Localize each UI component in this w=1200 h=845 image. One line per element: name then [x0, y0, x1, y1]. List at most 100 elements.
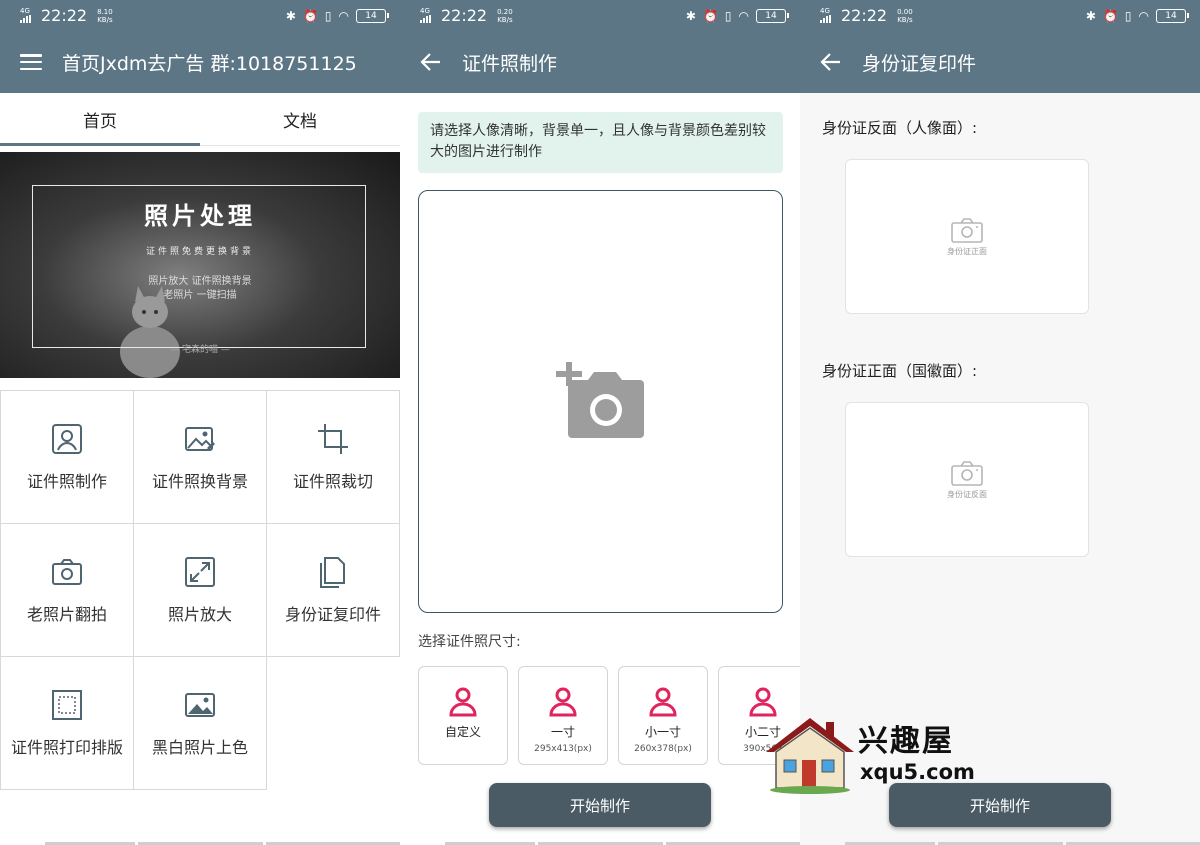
grid-item-label: 证件照换背景 [151, 472, 248, 491]
photo-picker[interactable] [418, 190, 783, 613]
size-option-1inch[interactable]: 一寸 295x413(px) [518, 666, 608, 765]
wifi-icon: ◠ [1138, 8, 1149, 23]
id-front-label: 身份证正面（国徽面）: [822, 362, 978, 380]
status-bar: 4G 22:22 0.00 KB/s ✱ ⏰ ▯ ◠ 14 [800, 0, 1200, 31]
grid-item-old-photo[interactable]: 老照片翻拍 [0, 523, 134, 657]
net-speed-value: 0.20 [497, 7, 513, 16]
crop-icon [318, 424, 348, 454]
vibrate-icon: ▯ [324, 8, 332, 23]
grid-item-label: 证件照裁切 [292, 472, 373, 491]
grid-item-id-photo[interactable]: 证件照制作 [0, 390, 134, 524]
alarm-icon: ⏰ [302, 8, 318, 23]
notice-banner: 请选择人像清晰，背景单一，且人像与背景颜色差别较大的图片进行制作 [418, 112, 783, 173]
home-screen: 4G 22:22 8.10 KB/s ✱ ⏰ ▯ ◠ 14 首页Jxdm去广告 … [0, 0, 400, 845]
clock: 22:22 [41, 6, 88, 25]
clock: 22:22 [441, 6, 488, 25]
size-pixels: 260x378(px) [634, 744, 692, 754]
watermark-name: 兴趣屋 [858, 724, 954, 759]
alarm-icon: ⏰ [1102, 8, 1118, 23]
person-icon [449, 687, 477, 717]
camera-icon [951, 460, 983, 486]
grid-item-crop[interactable]: 证件照裁切 [266, 390, 400, 524]
size-label: 选择证件照尺寸: [418, 634, 521, 650]
net-speed: 8.10 KB/s [97, 8, 113, 24]
start-button[interactable]: 开始制作 [489, 783, 711, 827]
grid-item-enlarge[interactable]: 照片放大 [133, 523, 267, 657]
grid-item-label: 证件照打印排版 [10, 738, 123, 757]
tab-home[interactable]: 首页 [0, 93, 200, 146]
layout-icon [52, 690, 82, 720]
network-type: 4G [820, 7, 830, 15]
grid-item-change-bg[interactable]: 证件照换背景 [133, 390, 267, 524]
grid-item-id-copy[interactable]: 身份证复印件 [266, 523, 400, 657]
wifi-icon: ◠ [738, 8, 749, 23]
net-speed-value: 8.10 [97, 7, 113, 16]
banner-line1: 照片放大 证件照换背景 [148, 276, 252, 287]
upload-caption: 身份证反面 [947, 489, 987, 499]
network-type: 4G [20, 7, 30, 15]
id-front-upload[interactable]: 身份证反面 [845, 402, 1089, 557]
signal-icon: 4G [820, 8, 831, 23]
grid-item-colorize[interactable]: 黑白照片上色 [133, 656, 267, 790]
net-speed-unit: KB/s [497, 15, 513, 24]
grid-item-label: 身份证复印件 [284, 605, 381, 624]
net-speed-unit: KB/s [897, 15, 913, 24]
copy-icon [320, 557, 345, 588]
back-button[interactable] [400, 31, 462, 93]
page-title: 证件照制作 [462, 52, 558, 75]
house-icon [766, 718, 854, 794]
net-speed-value: 0.00 [897, 7, 913, 16]
promo-banner[interactable]: 照片处理 证件照免费更换背景 照片放大 证件照换背景 老照片 一键扫描 — 宅森… [0, 152, 400, 378]
app-bar: 证件照制作 [400, 31, 800, 93]
menu-button[interactable] [0, 31, 62, 93]
battery-icon: 14 [1156, 8, 1189, 23]
grid-item-print-layout[interactable]: 证件照打印排版 [0, 656, 134, 790]
image-icon [185, 693, 215, 717]
grid-item-label: 黑白照片上色 [151, 738, 248, 757]
app-bar: 首页Jxdm去广告 群:1018751125 [0, 31, 400, 93]
battery-icon: 14 [356, 8, 389, 23]
grid-item-label: 老照片翻拍 [26, 605, 107, 624]
watermark-logo: 兴趣屋 xqu5.com [762, 712, 975, 794]
grid-item-label: 照片放大 [167, 605, 232, 624]
network-type: 4G [420, 7, 430, 15]
clock: 22:22 [841, 6, 888, 25]
banner-credit: — 宅森的喵 — [170, 345, 230, 355]
camera-icon [951, 217, 983, 243]
battery-icon: 14 [756, 8, 789, 23]
page-title: 身份证复印件 [862, 52, 977, 75]
size-pixels: 295x413(px) [534, 744, 592, 754]
upload-caption: 身份证正面 [947, 246, 987, 256]
size-name: 一寸 [550, 725, 575, 739]
person-icon [549, 687, 577, 717]
size-name: 自定义 [444, 725, 481, 739]
banner-title: 照片处理 [144, 202, 256, 230]
person-icon [649, 687, 677, 717]
size-list: 自定义 一寸 295x413(px) 小一寸 260x378(px) 小二寸 3… [418, 666, 800, 766]
status-bar: 4G 22:22 0.20 KB/s ✱ ⏰ ▯ ◠ 14 [400, 0, 800, 31]
vibrate-icon: ▯ [724, 8, 732, 23]
image-edit-icon [185, 427, 215, 451]
size-option-custom[interactable]: 自定义 [418, 666, 508, 765]
app-bar: 身份证复印件 [800, 31, 1200, 93]
portrait-icon [52, 424, 82, 454]
net-speed: 0.20 KB/s [497, 8, 513, 24]
bluetooth-icon: ✱ [685, 8, 696, 23]
camera-icon [52, 559, 82, 585]
battery-level: 14 [765, 10, 777, 21]
id-photo-screen: 4G 22:22 0.20 KB/s ✱ ⏰ ▯ ◠ 14 证件照制作 请选择人… [400, 0, 800, 845]
status-bar: 4G 22:22 8.10 KB/s ✱ ⏰ ▯ ◠ 14 [0, 0, 400, 31]
alarm-icon: ⏰ [702, 8, 718, 23]
tab-docs[interactable]: 文档 [200, 93, 400, 145]
size-option-small-1inch[interactable]: 小一寸 260x378(px) [618, 666, 708, 765]
back-button[interactable] [800, 31, 862, 93]
page-title: 首页Jxdm去广告 群:1018751125 [62, 52, 357, 75]
banner-subtitle: 证件照免费更换背景 [145, 247, 254, 257]
battery-level: 14 [365, 10, 377, 21]
bluetooth-icon: ✱ [1085, 8, 1096, 23]
id-back-upload[interactable]: 身份证正面 [845, 159, 1089, 314]
expand-icon [185, 557, 215, 587]
net-speed: 0.00 KB/s [897, 8, 913, 24]
grid-item-label: 证件照制作 [26, 472, 107, 491]
arrow-left-icon [420, 53, 440, 71]
